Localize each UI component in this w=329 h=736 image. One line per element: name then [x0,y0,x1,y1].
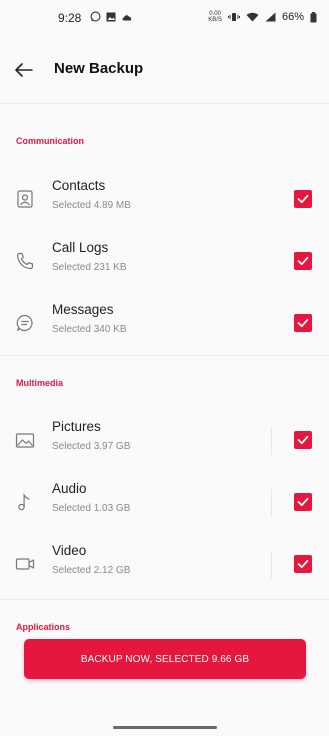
backup-now-button[interactable]: BACKUP NOW, SELECTED 9.66 GB [24,639,306,679]
check-icon [297,559,309,569]
contacts-checkbox[interactable] [294,190,312,208]
section-applications: Applications [16,622,71,632]
item-label: Call Logs [52,240,109,255]
phone-icon [16,252,34,270]
check-icon [297,497,309,507]
call-logs-checkbox[interactable] [294,252,312,270]
wifi-icon [246,12,259,22]
section-divider [0,599,329,600]
item-label: Video [52,543,87,558]
status-left-icons [90,11,133,22]
contacts-icon [17,190,33,208]
signal-icon [265,12,276,22]
section-divider [0,355,329,356]
back-button[interactable] [10,56,38,84]
status-bar: 9:28 0.00 KB/S 66% [0,0,329,34]
item-size: Selected 1.03 GB [52,503,131,514]
section-multimedia: Multimedia [16,378,64,388]
section-communication: Communication [16,136,85,146]
pictures-checkbox[interactable] [294,431,312,449]
image-icon [15,433,35,448]
music-note-icon [18,493,30,511]
item-size: Selected 4.89 MB [52,200,131,211]
row-separator [271,489,272,517]
header-divider [0,103,329,104]
item-label: Pictures [52,419,101,434]
list-item-pictures[interactable]: Pictures Selected 3.97 GB [0,413,329,471]
list-item-video[interactable]: Video Selected 2.12 GB [0,537,329,595]
net-speed: 0.00 KB/S [208,11,222,23]
message-icon [16,314,33,332]
battery-icon [310,11,317,22]
item-label: Contacts [52,178,106,193]
home-indicator[interactable] [113,726,217,729]
status-time: 9:28 [58,11,82,25]
check-icon [297,194,309,204]
item-label: Messages [52,302,114,317]
whatsapp-icon [90,11,101,22]
item-size: Selected 231 KB [52,262,127,273]
list-item-messages[interactable]: Messages Selected 340 KB [0,296,329,354]
battery-percent: 66% [281,11,304,23]
list-item-audio[interactable]: Audio Selected 1.03 GB [0,475,329,533]
video-icon [15,558,35,570]
item-size: Selected 2.12 GB [52,565,131,576]
status-right: 0.00 KB/S 66% [208,11,317,23]
list-item-call-logs[interactable]: Call Logs Selected 231 KB [0,234,329,292]
item-size: Selected 3.97 GB [52,441,131,452]
page-title: New Backup [54,60,144,77]
video-checkbox[interactable] [294,555,312,573]
gallery-icon [106,12,116,21]
cloud-icon [122,14,132,20]
list-item-contacts[interactable]: Contacts Selected 4.89 MB [0,172,329,230]
vibrate-icon [227,13,240,21]
messages-checkbox[interactable] [294,314,312,332]
check-icon [297,318,309,328]
app-bar: New Backup [0,50,329,90]
row-separator [271,427,272,455]
row-separator [271,551,272,579]
item-size: Selected 340 KB [52,324,127,335]
audio-checkbox[interactable] [294,493,312,511]
net-speed-unit: KB/S [208,17,222,23]
item-label: Audio [52,481,87,496]
arrow-left-icon [15,63,33,77]
check-icon [297,435,309,445]
check-icon [297,256,309,266]
